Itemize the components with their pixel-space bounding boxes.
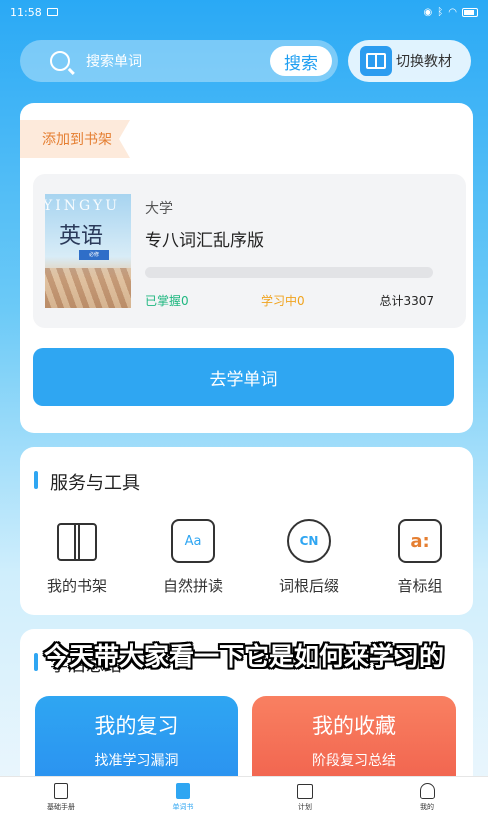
cover-badge: 必修 [79,250,109,260]
tab-handbook[interactable]: 基础手册 [0,777,122,818]
bluetooth-icon: ᛒ [437,6,444,18]
book-icon [360,46,392,76]
favorites-subtitle: 阶段复习总结 [312,753,396,769]
switch-textbook-button[interactable]: 切换教材 [348,40,471,82]
cn-circle-icon: CN [287,519,331,563]
tool-phonics[interactable]: Aa 自然拼读 [148,519,238,596]
battery-icon [462,7,478,17]
tab-label: 单词书 [172,803,194,811]
status-bar: 11:58 ◉ ᛒ ◠ [0,0,488,24]
aa-card-icon: Aa [171,519,215,563]
book-level: 大学 [145,201,173,217]
stat-mastered: 已掌握0 [145,294,189,308]
search-button[interactable]: 搜索 [270,46,332,76]
tools-card: 服务与工具 我的书架 Aa 自然拼读 CN 词根后缀 a: 音标组 [20,447,473,615]
tool-phonetics[interactable]: a: 音标组 [375,519,465,596]
book-cover: YINGYU 英语 必修 [45,194,131,308]
favorites-title: 我的收藏 [312,714,396,738]
tab-label: 基础手册 [47,803,75,811]
tab-mine[interactable]: 我的 [366,777,488,818]
tab-label: 计划 [298,802,312,811]
go-learn-button[interactable]: 去学单词 [33,348,454,406]
calendar-icon [297,783,313,799]
bottom-tab-bar: 基础手册 单词书 计划 我的 [0,776,488,818]
review-title: 我的复习 [94,714,179,738]
search-input[interactable]: 搜索单词 [86,51,142,71]
switch-textbook-label: 切换教材 [396,54,452,70]
person-icon [419,783,435,799]
tool-label: 音标组 [397,577,443,595]
phonetic-icon: a: [398,519,442,563]
add-to-shelf-button[interactable]: 添加到书架 [20,120,130,158]
search-icon [50,51,70,71]
current-book-card: 添加到书架 YINGYU 英语 必修 大学 专八词汇乱序版 已掌握0 学习中0 … [20,103,473,433]
open-book-icon [55,519,99,563]
stat-total: 总计3307 [379,294,434,308]
book-name: 专八词汇乱序版 [145,231,264,251]
book-info-panel[interactable]: YINGYU 英语 必修 大学 专八词汇乱序版 已掌握0 学习中0 总计3307 [33,174,466,328]
cover-artwork [45,268,131,308]
tool-roots-suffixes[interactable]: CN 词根后缀 [264,519,354,596]
eye-icon: ◉ [423,6,433,18]
review-subtitle: 找准学习漏洞 [94,753,179,769]
sim-icon [46,8,58,16]
wifi-icon: ◠ [448,6,457,18]
cover-text-en: YINGYU [45,198,121,214]
video-caption: 今天带大家看一下它是如何来学习的 [43,642,444,671]
tab-label: 我的 [420,803,434,811]
tab-plan[interactable]: 计划 [244,777,366,818]
tab-wordbook[interactable]: 单词书 [122,777,244,818]
tool-label: 词根后缀 [278,577,339,595]
tool-my-bookshelf[interactable]: 我的书架 [32,519,122,596]
cover-text-cn: 英语 [59,224,104,249]
tools-title: 服务与工具 [50,473,140,494]
wordbook-icon [176,783,190,799]
handbook-icon [54,783,68,799]
tool-label: 自然拼读 [162,577,223,595]
section-marker [34,471,38,489]
search-bar[interactable]: 搜索单词 搜索 [20,40,338,82]
stat-learning: 学习中0 [261,294,305,308]
tool-label: 我的书架 [46,577,107,595]
progress-bar [145,267,433,278]
status-time: 11:58 [10,5,42,19]
status-icons: ◉ ᛒ ◠ [424,7,478,18]
